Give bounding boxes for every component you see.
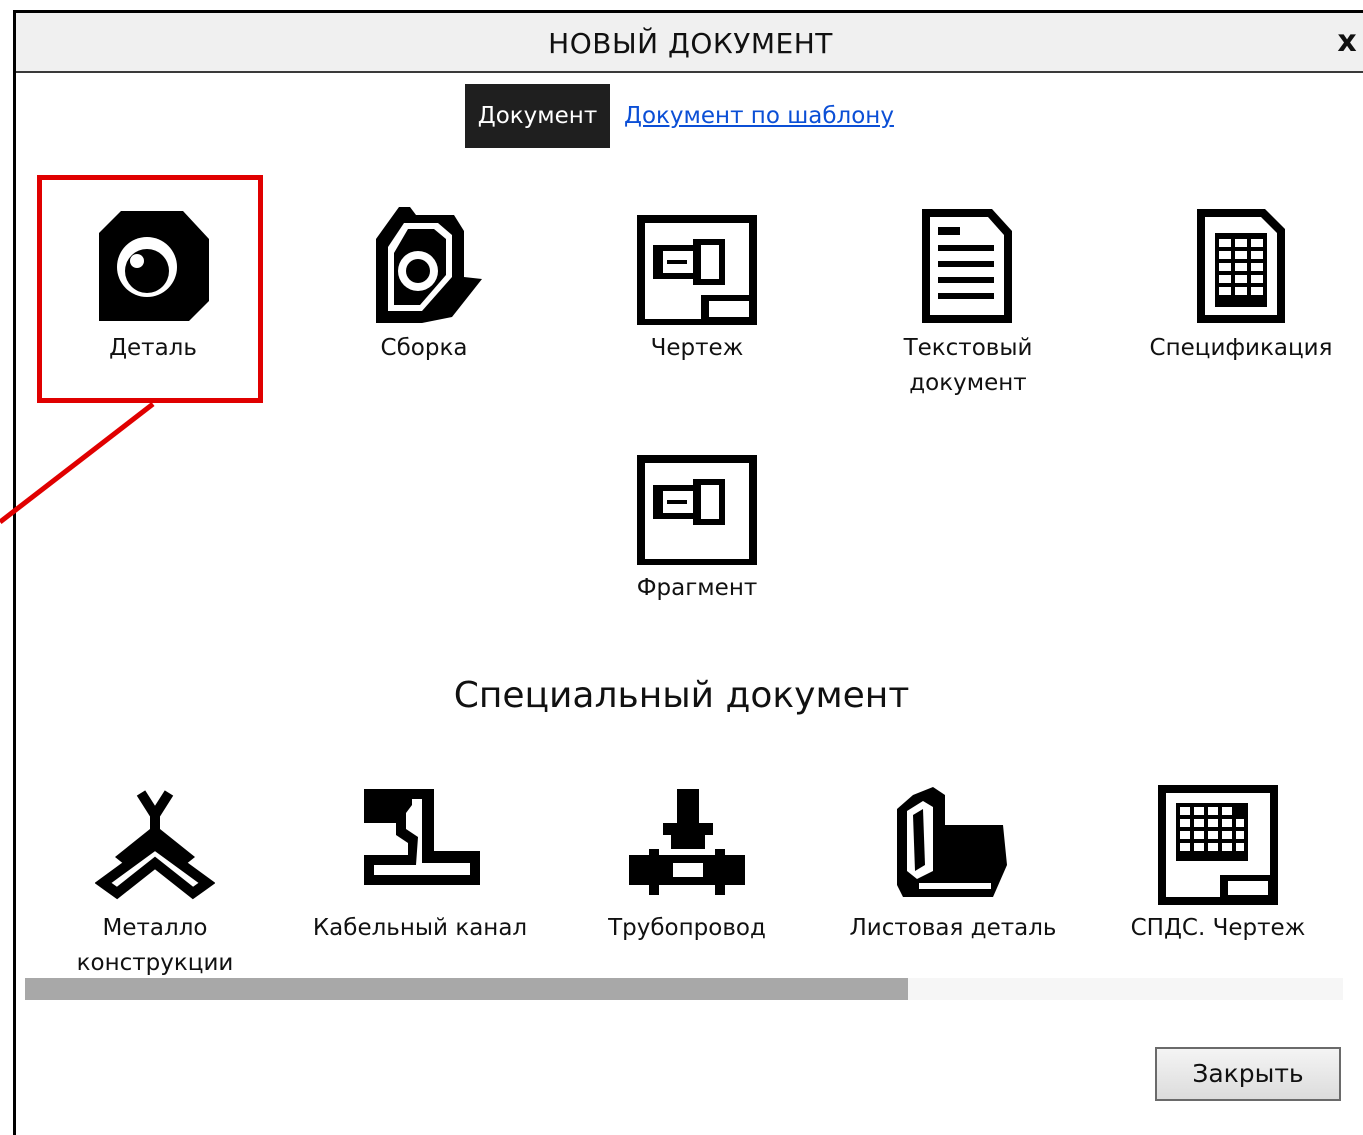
special-label: Трубопровод <box>608 915 766 941</box>
drawing-icon <box>637 215 757 325</box>
cable-channel-icon <box>364 789 480 885</box>
part-icon <box>99 211 209 321</box>
assembly-icon <box>376 207 482 323</box>
special-tile-spds-drawing[interactable]: СПДС. Чертеж <box>1103 785 1333 946</box>
special-label: Кабельный канал <box>312 915 528 941</box>
dialog-title: НОВЫЙ ДОКУМЕНТ <box>548 27 833 60</box>
close-button[interactable]: Закрыть <box>1155 1047 1341 1101</box>
doc-tile-specification[interactable]: Спецификация <box>1126 205 1356 366</box>
special-label: СПДС. Чертеж <box>1130 915 1306 941</box>
fragment-icon <box>637 455 757 565</box>
horizontal-scrollbar[interactable] <box>25 978 1343 1000</box>
doc-label: Чертеж <box>650 335 744 361</box>
spds-drawing-icon <box>1158 785 1278 905</box>
doc-tile-text-document[interactable]: Текстовый документ <box>853 205 1083 401</box>
doc-label: Фрагмент <box>636 575 758 601</box>
special-section-title: Специальный документ <box>453 675 910 716</box>
special-tile-cable-channel[interactable]: Кабельный канал <box>305 785 535 946</box>
sheet-part-icon <box>897 787 1007 897</box>
special-tile-metal-structures[interactable]: Металло конструкции <box>40 785 270 981</box>
metal-structures-icon <box>95 790 215 900</box>
dialog-titlebar: НОВЫЙ ДОКУМЕНТ x <box>16 13 1363 73</box>
doc-tile-fragment[interactable]: Фрагмент <box>582 445 812 606</box>
special-tile-sheet-part[interactable]: Листовая деталь <box>838 785 1068 946</box>
doc-label: Деталь <box>109 335 197 361</box>
special-label: Листовая деталь <box>849 915 1057 941</box>
special-tile-pipeline[interactable]: Трубопровод <box>572 785 802 946</box>
scrollbar-thumb[interactable] <box>25 978 909 1000</box>
specification-icon <box>1197 209 1285 323</box>
doc-label: Спецификация <box>1149 335 1333 361</box>
text-document-icon <box>922 209 1012 323</box>
close-icon[interactable]: x <box>1329 13 1363 71</box>
special-label: Металло конструкции <box>76 915 234 976</box>
pipeline-icon <box>629 789 745 895</box>
doc-label: Текстовый документ <box>903 335 1033 396</box>
tab-document[interactable]: Документ <box>465 84 610 148</box>
tab-document-by-template[interactable]: Документ по шаблону <box>624 84 894 148</box>
doc-tile-assembly[interactable]: Сборка <box>309 205 539 366</box>
doc-tile-part[interactable]: Деталь <box>38 205 268 366</box>
doc-label: Сборка <box>380 335 468 361</box>
doc-tile-drawing[interactable]: Чертеж <box>582 205 812 366</box>
